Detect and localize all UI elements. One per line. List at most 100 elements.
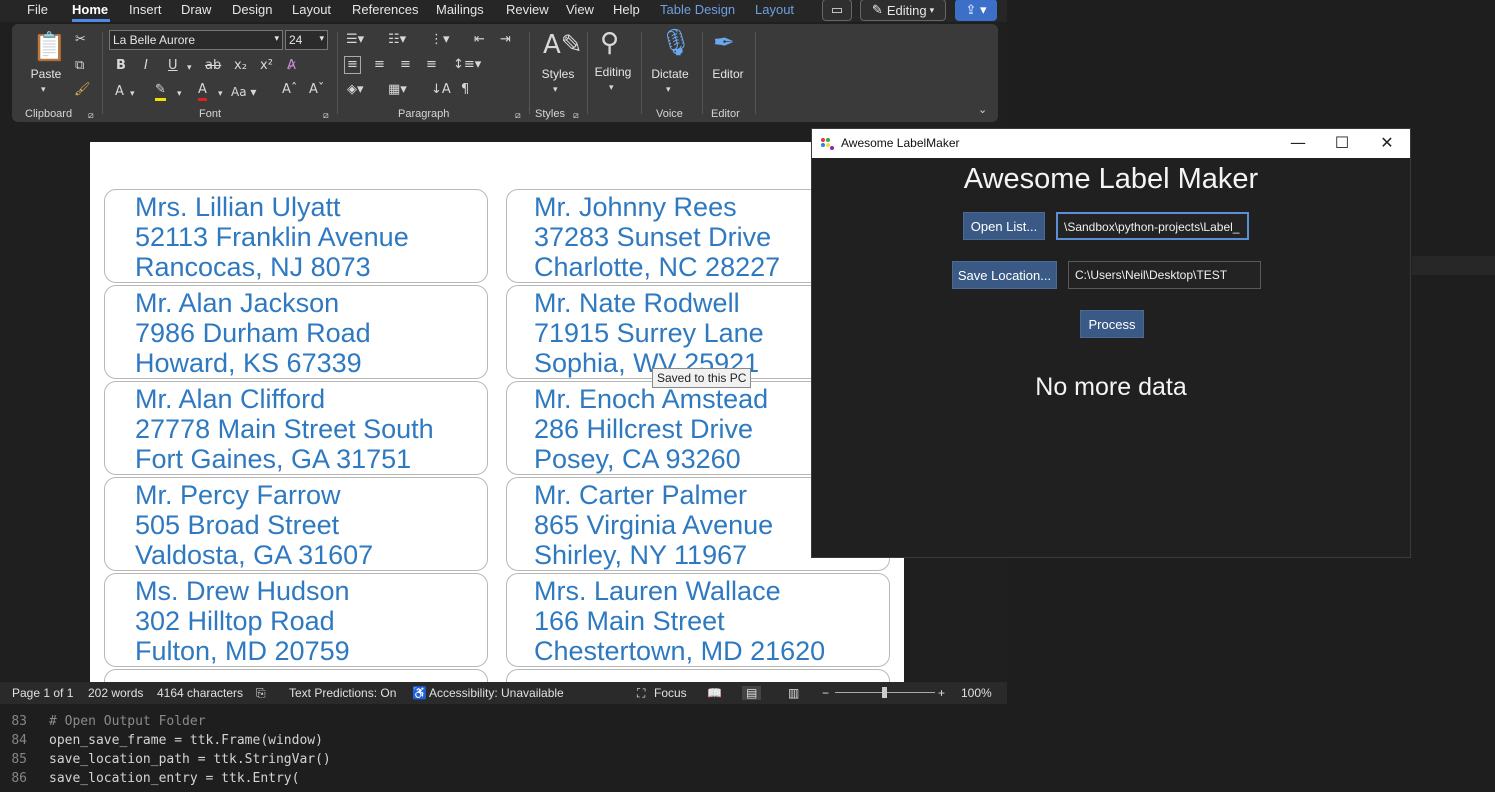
chevron-down-icon[interactable]: ▾ [609, 80, 614, 96]
code-line[interactable]: save_location_path = ttk.StringVar() [49, 752, 331, 767]
microphone-icon[interactable]: 🎙 [659, 28, 692, 58]
save-location-button[interactable]: Save Location... [952, 261, 1057, 289]
justify-icon[interactable]: ≡ [426, 57, 437, 73]
menu-design[interactable]: Design [232, 2, 272, 17]
zoom-level[interactable]: 100% [961, 686, 992, 700]
minimize-icon[interactable]: — [1276, 131, 1320, 155]
font-color-icon[interactable]: A [198, 82, 207, 101]
code-line[interactable]: # Open Output Folder [49, 714, 206, 729]
chevron-down-icon[interactable]: ▾ [666, 82, 671, 98]
menu-insert[interactable]: Insert [129, 2, 162, 17]
editor-label[interactable]: Editor [706, 67, 750, 81]
address-label[interactable]: Mrs. Lillian Ulyatt 52113 Franklin Avenue… [104, 189, 488, 283]
menu-draw[interactable]: Draw [181, 2, 211, 17]
clear-formatting-icon[interactable]: A̷ [287, 58, 296, 74]
format-painter-icon[interactable]: 🖌 [74, 82, 91, 98]
process-button[interactable]: Process [1080, 310, 1144, 338]
chevron-down-icon[interactable]: ▾ [218, 86, 223, 102]
shading-icon[interactable]: ◈▾ [347, 82, 364, 98]
read-mode-icon[interactable]: 📖 [707, 686, 722, 700]
bold-icon[interactable]: B [116, 58, 126, 74]
open-list-path-input[interactable]: \Sandbox\python-projects\Label_ [1056, 212, 1249, 240]
highlight-icon[interactable]: ✎ [155, 82, 166, 101]
align-left-icon[interactable]: ≡ [344, 56, 361, 74]
close-icon[interactable]: ✕ [1365, 131, 1409, 155]
address-label[interactable]: Mr. Alan Clifford 27778 Main Street South… [104, 381, 488, 475]
code-editor[interactable]: 83 # Open Output Folder 84 open_save_fra… [0, 704, 1495, 792]
styles-icon[interactable]: A✎ [543, 30, 583, 60]
editing-mode-button[interactable]: ✎ Editing ▾ [860, 0, 946, 21]
paste-icon[interactable]: 📋 [32, 32, 67, 62]
paste-label[interactable]: Paste [26, 67, 66, 81]
increase-indent-icon[interactable]: ⇥ [500, 32, 511, 48]
magnifier-icon[interactable]: ⚲ [600, 28, 619, 58]
share-button[interactable]: ⇪ ▾ [955, 0, 997, 21]
numbering-icon[interactable]: ☷▾ [388, 32, 406, 48]
show-formatting-icon[interactable]: ¶ [461, 82, 469, 98]
chevron-down-icon[interactable]: ▾ [553, 82, 558, 98]
menu-layout[interactable]: Layout [292, 2, 331, 17]
text-predictions[interactable]: Text Predictions: On [289, 686, 396, 700]
strikethrough-icon[interactable]: ab [205, 58, 221, 74]
line-spacing-icon[interactable]: ↕≡▾ [453, 57, 481, 73]
web-layout-icon[interactable]: ▥ [788, 686, 799, 700]
open-list-button[interactable]: Open List... [963, 212, 1045, 240]
menu-view[interactable]: View [566, 2, 594, 17]
dictate-label[interactable]: Dictate [645, 67, 695, 81]
ribbon-collapse-icon[interactable]: ⌄ [978, 102, 987, 118]
comments-button[interactable]: ▭ [822, 0, 852, 21]
menu-review[interactable]: Review [506, 2, 549, 17]
address-label[interactable]: Mrs. Lauren Wallace 166 Main Street Cheste… [506, 573, 890, 667]
proofing-icon[interactable]: ⎘ [256, 686, 266, 701]
font-size-combo[interactable]: 24 ▾ [285, 30, 328, 50]
zoom-in-icon[interactable]: + [938, 686, 945, 700]
menu-file[interactable]: File [27, 2, 48, 17]
text-effects-icon[interactable]: A [115, 84, 124, 100]
decrease-indent-icon[interactable]: ⇤ [474, 32, 485, 48]
save-location-path-input[interactable]: C:\Users\Neil\Desktop\TEST [1068, 261, 1261, 289]
zoom-out-icon[interactable]: − [822, 686, 829, 700]
address-label[interactable]: Mr. Alan Jackson 7986 Durham Road Howard, … [104, 285, 488, 379]
menu-mailings[interactable]: Mailings [436, 2, 484, 17]
chevron-down-icon[interactable]: ▾ [177, 86, 182, 102]
character-count[interactable]: 4164 characters [157, 686, 243, 700]
menu-table-layout[interactable]: Layout [755, 2, 794, 17]
superscript-icon[interactable]: x² [260, 58, 273, 74]
align-center-icon[interactable]: ≡ [374, 57, 385, 73]
page-count[interactable]: Page 1 of 1 [12, 686, 73, 700]
print-layout-icon[interactable]: ▤ [742, 686, 762, 700]
menu-home[interactable]: Home [72, 2, 108, 17]
editor-pen-icon[interactable]: ✒ [713, 28, 735, 58]
copy-icon[interactable]: ⧉ [75, 58, 84, 74]
menu-table-design[interactable]: Table Design [660, 2, 735, 17]
menu-help[interactable]: Help [613, 2, 640, 17]
address-label[interactable] [506, 669, 890, 682]
zoom-slider-thumb[interactable] [882, 687, 887, 698]
address-label[interactable] [104, 669, 488, 682]
address-label[interactable]: Ms. Drew Hudson 302 Hilltop Road Fulton, M… [104, 573, 488, 667]
multilevel-list-icon[interactable]: ⋮▾ [430, 32, 450, 48]
grow-font-icon[interactable]: Aˆ [282, 82, 297, 98]
shrink-font-icon[interactable]: Aˇ [309, 82, 324, 98]
change-case-icon[interactable]: Aa ▾ [231, 84, 256, 100]
address-label[interactable]: Mr. Percy Farrow 505 Broad Street Valdosta… [104, 477, 488, 571]
borders-icon[interactable]: ▦▾ [388, 82, 407, 98]
labelmaker-titlebar[interactable]: Awesome LabelMaker — ☐ ✕ [812, 129, 1410, 158]
italic-icon[interactable]: I [144, 58, 148, 74]
paste-chevron-icon[interactable]: ▾ [41, 82, 46, 98]
underline-icon[interactable]: U [168, 58, 178, 74]
styles-label[interactable]: Styles [536, 67, 580, 81]
code-line[interactable]: save_location_entry = ttk.Entry( [49, 771, 299, 786]
cut-icon[interactable]: ✂ [75, 32, 86, 48]
subscript-icon[interactable]: x₂ [234, 58, 247, 74]
menu-references[interactable]: References [352, 2, 418, 17]
chevron-down-icon[interactable]: ▾ [130, 86, 135, 102]
document-page[interactable]: Mrs. Lillian Ulyatt 52113 Franklin Avenue… [90, 142, 904, 682]
focus-button[interactable]: Focus [654, 686, 687, 700]
maximize-icon[interactable]: ☐ [1320, 131, 1364, 155]
chevron-down-icon[interactable]: ▾ [187, 60, 192, 76]
bullets-icon[interactable]: ☰▾ [346, 32, 364, 48]
editing-label[interactable]: Editing [590, 65, 636, 79]
accessibility-status[interactable]: Accessibility: Unavailable [429, 686, 564, 700]
code-line[interactable]: open_save_frame = ttk.Frame(window) [49, 733, 323, 748]
